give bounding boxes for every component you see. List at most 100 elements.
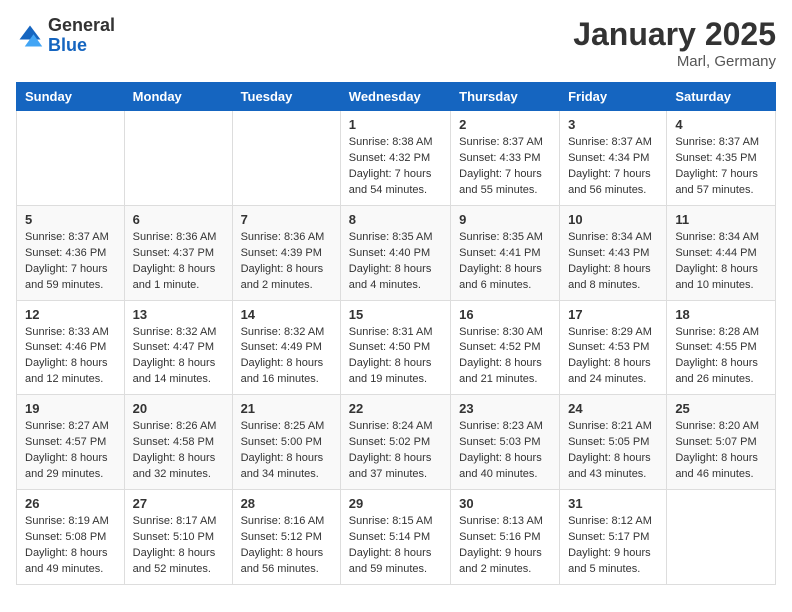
day-cell: 22 Sunrise: 8:24 AM Sunset: 5:02 PM Dayli… [340,395,450,490]
day-info: Sunrise: 8:17 AM Sunset: 5:10 PM Dayligh… [133,514,224,578]
day-info: Sunrise: 8:15 AM Sunset: 5:14 PM Dayligh… [349,514,442,578]
day-info: Sunrise: 8:12 AM Sunset: 5:17 PM Dayligh… [568,514,658,578]
day-cell: 13 Sunrise: 8:32 AM Sunset: 4:47 PM Dayli… [124,300,232,395]
day-info: Sunrise: 8:35 AM Sunset: 4:41 PM Dayligh… [459,230,551,294]
day-info: Sunrise: 8:36 AM Sunset: 4:39 PM Dayligh… [241,230,332,294]
day-info: Sunrise: 8:35 AM Sunset: 4:40 PM Dayligh… [349,230,442,294]
day-info: Sunrise: 8:24 AM Sunset: 5:02 PM Dayligh… [349,419,442,483]
day-number: 30 [459,496,551,511]
day-number: 24 [568,401,658,416]
day-info: Sunrise: 8:32 AM Sunset: 4:47 PM Dayligh… [133,325,224,389]
day-number: 19 [25,401,116,416]
day-number: 10 [568,212,658,227]
week-row-4: 26 Sunrise: 8:19 AM Sunset: 5:08 PM Dayli… [17,490,776,585]
day-info: Sunrise: 8:25 AM Sunset: 5:00 PM Dayligh… [241,419,332,483]
logo-general: General [48,16,115,36]
day-info: Sunrise: 8:21 AM Sunset: 5:05 PM Dayligh… [568,419,658,483]
day-info: Sunrise: 8:20 AM Sunset: 5:07 PM Dayligh… [675,419,767,483]
logo-blue: Blue [48,36,115,56]
day-cell: 24 Sunrise: 8:21 AM Sunset: 5:05 PM Dayli… [560,395,667,490]
day-cell [232,111,340,206]
day-number: 26 [25,496,116,511]
day-info: Sunrise: 8:27 AM Sunset: 4:57 PM Dayligh… [25,419,116,483]
logo-icon [16,22,44,50]
day-cell: 15 Sunrise: 8:31 AM Sunset: 4:50 PM Dayli… [340,300,450,395]
day-cell: 25 Sunrise: 8:20 AM Sunset: 5:07 PM Dayli… [667,395,776,490]
day-cell [667,490,776,585]
day-info: Sunrise: 8:26 AM Sunset: 4:58 PM Dayligh… [133,419,224,483]
day-cell: 11Sunrise: 8:34 AM Sunset: 4:44 PM Dayli… [667,205,776,300]
day-cell: 28Sunrise: 8:16 AM Sunset: 5:12 PM Dayli… [232,490,340,585]
day-info: Sunrise: 8:29 AM Sunset: 4:53 PM Dayligh… [568,325,658,389]
day-number: 17 [568,307,658,322]
day-number: 27 [133,496,224,511]
day-cell: 8 Sunrise: 8:35 AM Sunset: 4:40 PM Daylig… [340,205,450,300]
day-number: 6 [133,212,224,227]
day-cell: 3 Sunrise: 8:37 AM Sunset: 4:34 PM Daylig… [560,111,667,206]
day-cell [17,111,125,206]
day-number: 13 [133,307,224,322]
day-cell: 6Sunrise: 8:36 AM Sunset: 4:37 PM Daylig… [124,205,232,300]
day-info: Sunrise: 8:33 AM Sunset: 4:46 PM Dayligh… [25,325,116,389]
col-tuesday: Tuesday [232,83,340,111]
day-cell: 10 Sunrise: 8:34 AM Sunset: 4:43 PM Dayli… [560,205,667,300]
day-cell: 4Sunrise: 8:37 AM Sunset: 4:35 PM Daylig… [667,111,776,206]
day-cell: 18 Sunrise: 8:28 AM Sunset: 4:55 PM Dayli… [667,300,776,395]
day-number: 15 [349,307,442,322]
day-number: 7 [241,212,332,227]
day-cell: 14 Sunrise: 8:32 AM Sunset: 4:49 PM Dayli… [232,300,340,395]
day-number: 18 [675,307,767,322]
day-info: Sunrise: 8:34 AM Sunset: 4:43 PM Dayligh… [568,230,658,294]
day-number: 2 [459,117,551,132]
col-thursday: Thursday [451,83,560,111]
day-info: Sunrise: 8:37 AM Sunset: 4:36 PM Dayligh… [25,230,116,294]
header-row: Sunday Monday Tuesday Wednesday Thursday… [17,83,776,111]
day-info: Sunrise: 8:19 AM Sunset: 5:08 PM Dayligh… [25,514,116,578]
col-friday: Friday [560,83,667,111]
day-info: Sunrise: 8:31 AM Sunset: 4:50 PM Dayligh… [349,325,442,389]
day-cell: 17 Sunrise: 8:29 AM Sunset: 4:53 PM Dayli… [560,300,667,395]
day-cell: 5 Sunrise: 8:37 AM Sunset: 4:36 PM Daylig… [17,205,125,300]
week-row-3: 19 Sunrise: 8:27 AM Sunset: 4:57 PM Dayli… [17,395,776,490]
day-number: 1 [349,117,442,132]
day-cell: 16Sunrise: 8:30 AM Sunset: 4:52 PM Dayli… [451,300,560,395]
day-number: 29 [349,496,442,511]
day-cell: 1 Sunrise: 8:38 AM Sunset: 4:32 PM Daylig… [340,111,450,206]
day-cell: 27 Sunrise: 8:17 AM Sunset: 5:10 PM Dayli… [124,490,232,585]
day-info: Sunrise: 8:23 AM Sunset: 5:03 PM Dayligh… [459,419,551,483]
day-info: Sunrise: 8:37 AM Sunset: 4:34 PM Dayligh… [568,135,658,199]
day-cell: 30 Sunrise: 8:13 AM Sunset: 5:16 PM Dayli… [451,490,560,585]
day-number: 4 [675,117,767,132]
col-wednesday: Wednesday [340,83,450,111]
day-info: Sunrise: 8:28 AM Sunset: 4:55 PM Dayligh… [675,325,767,389]
day-number: 20 [133,401,224,416]
day-cell: 19 Sunrise: 8:27 AM Sunset: 4:57 PM Dayli… [17,395,125,490]
day-number: 23 [459,401,551,416]
day-cell: 20 Sunrise: 8:26 AM Sunset: 4:58 PM Dayli… [124,395,232,490]
day-number: 14 [241,307,332,322]
day-cell: 12 Sunrise: 8:33 AM Sunset: 4:46 PM Dayli… [17,300,125,395]
month-title: January 2025 [573,16,776,53]
day-info: Sunrise: 8:37 AM Sunset: 4:33 PM Dayligh… [459,135,551,199]
logo: General Blue [16,16,115,56]
week-row-0: 1 Sunrise: 8:38 AM Sunset: 4:32 PM Daylig… [17,111,776,206]
day-number: 28 [241,496,332,511]
day-number: 22 [349,401,442,416]
day-info: Sunrise: 8:32 AM Sunset: 4:49 PM Dayligh… [241,325,332,389]
day-info: Sunrise: 8:30 AM Sunset: 4:52 PM Dayligh… [459,325,551,389]
day-cell: 29 Sunrise: 8:15 AM Sunset: 5:14 PM Dayli… [340,490,450,585]
day-cell: 23 Sunrise: 8:23 AM Sunset: 5:03 PM Dayli… [451,395,560,490]
day-cell: 21Sunrise: 8:25 AM Sunset: 5:00 PM Dayli… [232,395,340,490]
day-number: 3 [568,117,658,132]
col-saturday: Saturday [667,83,776,111]
day-info: Sunrise: 8:38 AM Sunset: 4:32 PM Dayligh… [349,135,442,199]
day-number: 31 [568,496,658,511]
day-number: 25 [675,401,767,416]
day-info: Sunrise: 8:13 AM Sunset: 5:16 PM Dayligh… [459,514,551,578]
day-number: 12 [25,307,116,322]
day-number: 8 [349,212,442,227]
week-row-2: 12 Sunrise: 8:33 AM Sunset: 4:46 PM Dayli… [17,300,776,395]
day-number: 9 [459,212,551,227]
day-cell [124,111,232,206]
day-number: 5 [25,212,116,227]
